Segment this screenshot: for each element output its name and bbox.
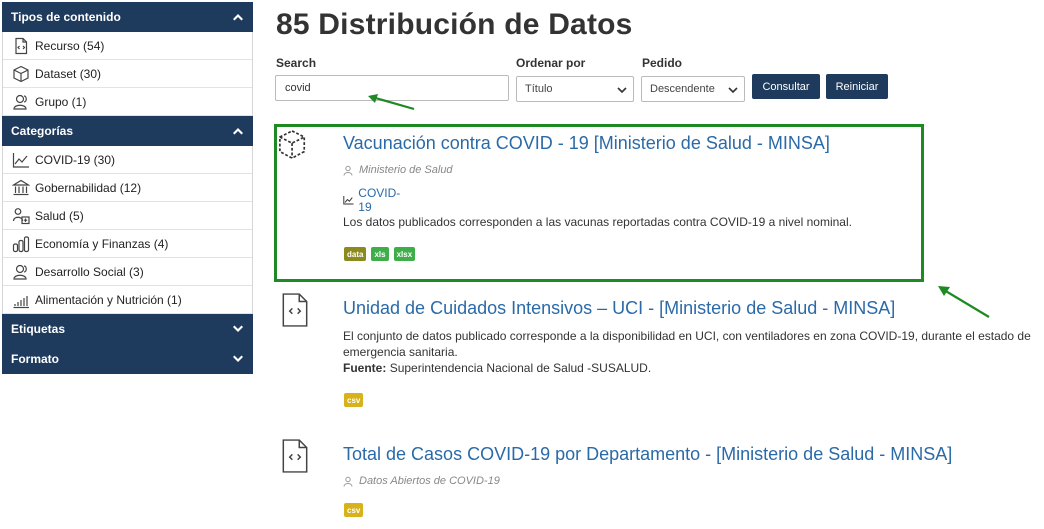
categories-list: COVID-19 (30) Gobernabilidad (12) Salud … — [2, 146, 253, 314]
file-code-icon — [282, 439, 308, 473]
order-by-select[interactable]: Título — [516, 76, 634, 102]
page-title: 85 Distribución de Datos — [276, 8, 633, 41]
content-types-header[interactable]: Tipos de contenido — [2, 2, 253, 32]
sidebar-item-label: Economía y Finanzas (4) — [35, 236, 169, 251]
file-code-icon — [11, 36, 31, 56]
sidebar: Tipos de contenido Recurso (54) Dataset … — [2, 2, 253, 374]
category-label: COVID-19 — [358, 186, 401, 214]
format-title: Formato — [11, 352, 59, 366]
sidebar-item-dataset[interactable]: Dataset (30) — [3, 60, 252, 88]
sidebar-item-gobernabilidad[interactable]: Gobernabilidad (12) — [3, 174, 252, 202]
result-description-continued: emergencia sanitaria. — [343, 345, 458, 359]
order-by-value: Título — [525, 83, 553, 95]
chevron-up-icon — [233, 14, 243, 21]
people-icon — [11, 262, 31, 282]
health-icon — [11, 206, 31, 226]
format-tag-data[interactable]: data — [344, 247, 367, 261]
sidebar-item-desarrollo-social[interactable]: Desarrollo Social (3) — [3, 258, 252, 286]
coins-icon — [11, 234, 31, 254]
sidebar-item-grupo[interactable]: Grupo (1) — [3, 88, 252, 116]
format-tag-xls[interactable]: xls — [371, 247, 389, 261]
result-description: El conjunto de datos publicado correspon… — [343, 329, 1031, 343]
cube-icon — [11, 64, 31, 84]
format-header[interactable]: Formato — [2, 344, 253, 374]
content-types-list: Recurso (54) Dataset (30) Grupo (1) — [2, 32, 253, 116]
sidebar-item-label: Grupo (1) — [35, 94, 87, 109]
user-icon — [343, 476, 353, 487]
source-label: Fuente: — [343, 361, 387, 375]
categories-header[interactable]: Categorías — [2, 116, 253, 146]
format-tags: csv — [344, 503, 364, 517]
collapsed-filters: Etiquetas Formato — [2, 314, 253, 374]
format-tags: data xls xlsx — [344, 247, 416, 261]
search-label: Search — [276, 56, 317, 70]
consult-button[interactable]: Consultar — [752, 74, 820, 99]
result-publisher: Datos Abiertos de COVID-19 — [343, 475, 500, 487]
format-tag-xlsx[interactable]: xlsx — [393, 247, 416, 261]
annotation-arrow — [938, 286, 990, 318]
building-icon — [11, 178, 31, 198]
order-select[interactable]: Descendente — [641, 76, 745, 102]
order-label: Pedido — [642, 56, 683, 70]
chevron-up-icon — [233, 128, 243, 135]
source-value: Superintendencia Nacional de Salud -SUSA… — [389, 361, 652, 375]
content-types-title: Tipos de contenido — [11, 10, 121, 24]
result-description: Los datos publicados corresponden a las … — [343, 215, 852, 229]
sidebar-item-economia[interactable]: Economía y Finanzas (4) — [3, 230, 252, 258]
user-icon — [343, 165, 353, 176]
publisher-name: Datos Abiertos de COVID-19 — [359, 475, 500, 487]
sidebar-item-label: COVID-19 (30) — [35, 152, 116, 167]
chevron-down-icon — [617, 87, 627, 94]
result-publisher: Ministerio de Salud — [343, 164, 453, 176]
order-value: Descendente — [650, 83, 715, 95]
tags-title: Etiquetas — [11, 322, 66, 336]
line-chart-icon — [11, 150, 31, 170]
file-code-icon — [282, 293, 308, 327]
tags-header[interactable]: Etiquetas — [2, 314, 253, 344]
sidebar-item-label: Dataset (30) — [35, 66, 102, 81]
format-tag-csv[interactable]: csv — [344, 393, 364, 407]
sidebar-item-alimentacion[interactable]: Alimentación y Nutrición (1) — [3, 286, 252, 314]
sidebar-item-label: Gobernabilidad (12) — [35, 180, 142, 195]
result-category-link[interactable]: COVID-19 — [343, 186, 403, 214]
format-tags: csv — [344, 393, 364, 407]
sidebar-item-label: Desarrollo Social (3) — [35, 264, 144, 279]
user-group-icon — [11, 92, 31, 112]
chevron-down-icon — [728, 87, 738, 94]
chevron-down-icon — [233, 325, 243, 332]
chevron-down-icon — [233, 355, 243, 362]
result-title-link[interactable]: Total de Casos COVID-19 por Departamento… — [343, 444, 952, 465]
cube-icon — [279, 129, 306, 160]
reset-button[interactable]: Reiniciar — [826, 74, 888, 99]
annotation-arrow — [368, 94, 415, 111]
sidebar-item-recurso[interactable]: Recurso (54) — [3, 32, 252, 60]
sidebar-item-label: Salud (5) — [35, 208, 84, 223]
publisher-name: Ministerio de Salud — [359, 164, 453, 176]
bar-chart-icon — [11, 290, 31, 310]
sidebar-item-label: Alimentación y Nutrición (1) — [35, 292, 182, 307]
order-by-label: Ordenar por — [516, 56, 586, 70]
result-title-link[interactable]: Unidad de Cuidados Intensivos – UCI - [M… — [343, 298, 895, 319]
line-chart-icon — [343, 195, 354, 205]
sidebar-item-covid[interactable]: COVID-19 (30) — [3, 146, 252, 174]
categories-title: Categorías — [11, 124, 74, 138]
sidebar-item-salud[interactable]: Salud (5) — [3, 202, 252, 230]
sidebar-item-label: Recurso (54) — [35, 38, 105, 53]
format-tag-csv[interactable]: csv — [344, 503, 364, 517]
result-title-link[interactable]: Vacunación contra COVID - 19 [Ministerio… — [343, 133, 830, 154]
result-source: Fuente: Superintendencia Nacional de Sal… — [343, 360, 651, 376]
